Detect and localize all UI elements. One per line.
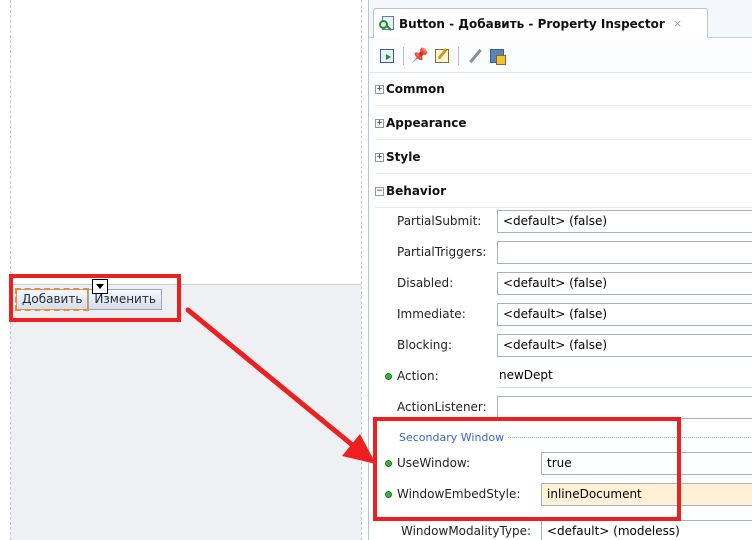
partialtriggers-field[interactable]: [497, 241, 752, 264]
pencil-icon[interactable]: [465, 46, 485, 66]
section-label: Appearance: [386, 116, 467, 130]
section-label: Common: [386, 82, 445, 96]
button-toolbar-area: [11, 284, 361, 540]
disabled-field[interactable]: <default> (false): [497, 272, 752, 295]
tab-title: Button - Добавить - Property Inspector: [399, 16, 665, 31]
property-disabled: Disabled: <default> (false): [375, 268, 752, 299]
bind-icon[interactable]: [487, 46, 507, 66]
highlight-box-buttons: [9, 274, 181, 322]
section-label: Behavior: [386, 184, 447, 198]
inspector-icon: [378, 15, 396, 33]
inspector-toolbar: 📌: [369, 39, 752, 73]
select-icon[interactable]: [377, 46, 397, 66]
property-label: Disabled:: [397, 276, 454, 290]
windowmodalitytype-field[interactable]: <default> (modeless): [541, 520, 752, 540]
property-label: PartialTriggers:: [397, 245, 487, 259]
guide-line: [361, 0, 362, 540]
expand-icon[interactable]: +: [375, 152, 384, 162]
actionlistener-field[interactable]: [497, 396, 752, 419]
edit-icon[interactable]: [432, 46, 452, 66]
tab-property-inspector[interactable]: Button - Добавить - Property Inspector ×: [373, 8, 708, 38]
property-immediate: Immediate: <default> (false): [375, 299, 752, 330]
property-label: Blocking:: [397, 338, 453, 352]
partialsubmit-field[interactable]: <default> (false): [497, 210, 752, 233]
collapse-icon[interactable]: −: [375, 186, 384, 196]
property-label: Action:: [397, 369, 439, 383]
property-label: Immediate:: [397, 307, 466, 321]
property-label: PartialSubmit:: [397, 214, 482, 228]
section-common[interactable]: + Common: [375, 73, 752, 106]
section-style[interactable]: + Style: [375, 141, 752, 174]
expand-icon[interactable]: +: [375, 118, 384, 128]
highlight-box-secondary-window: [373, 417, 681, 521]
property-action: Action: newDept: [375, 361, 752, 392]
design-canvas: Добавить Изменить: [0, 0, 370, 540]
property-partialsubmit: PartialSubmit: <default> (false): [375, 206, 752, 237]
toolbar-separator: [403, 46, 404, 65]
close-icon[interactable]: ×: [673, 17, 682, 30]
property-blocking: Blocking: <default> (false): [375, 330, 752, 361]
tab-bar: Button - Добавить - Property Inspector ×: [369, 0, 752, 38]
blocking-field[interactable]: <default> (false): [497, 334, 752, 357]
immediate-field[interactable]: <default> (false): [497, 303, 752, 326]
value-set-icon: [385, 373, 392, 380]
section-label: Style: [386, 150, 421, 164]
toolbar-separator: [458, 46, 459, 65]
pin-icon[interactable]: 📌: [410, 46, 430, 66]
section-behavior[interactable]: − Behavior: [375, 175, 752, 208]
section-appearance[interactable]: + Appearance: [375, 107, 752, 140]
property-partialtriggers: PartialTriggers:: [375, 237, 752, 268]
expand-icon[interactable]: +: [375, 84, 384, 94]
action-field[interactable]: newDept: [497, 365, 752, 388]
